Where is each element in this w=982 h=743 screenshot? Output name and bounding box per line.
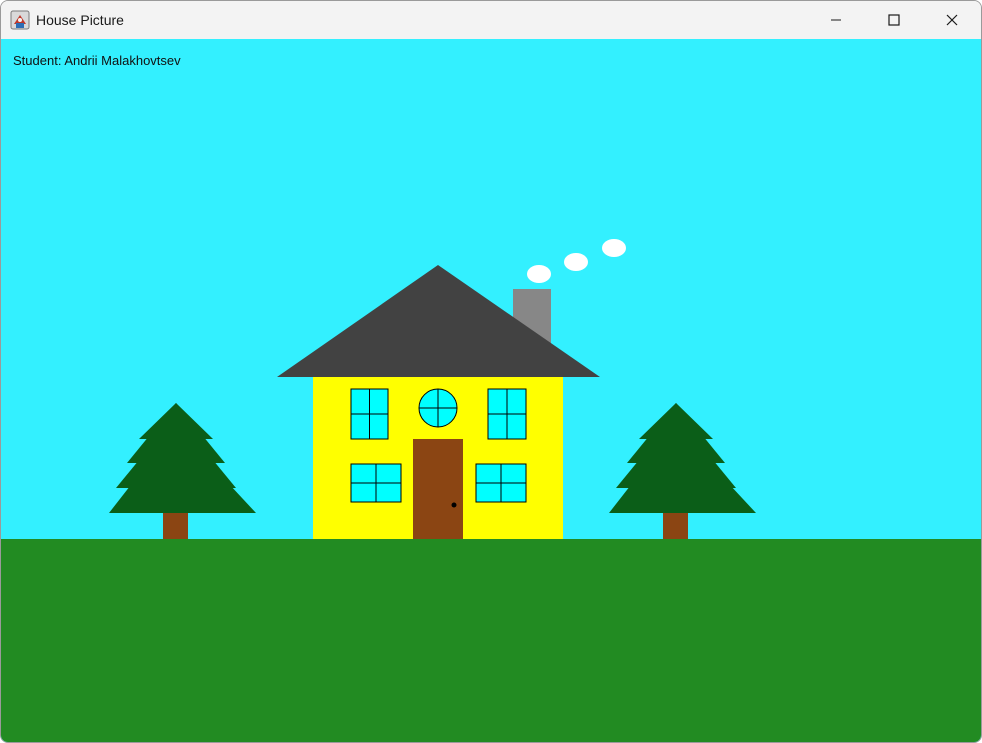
- window-upper-right: [487, 388, 527, 440]
- door: [413, 439, 463, 539]
- window-round: [418, 388, 458, 428]
- door-knob: [451, 502, 457, 508]
- title-bar[interactable]: House Picture: [1, 1, 981, 39]
- house-scene: [1, 39, 981, 742]
- smoke-puff: [564, 253, 588, 271]
- minimize-icon: [831, 19, 841, 21]
- window-lower-left: [350, 463, 402, 503]
- maximize-icon: [888, 14, 900, 26]
- close-icon: [946, 14, 958, 26]
- tree-trunk: [163, 511, 188, 539]
- student-label: Student: Andrii Malakhovtsev: [13, 53, 181, 68]
- window-lower-right: [475, 463, 527, 503]
- window-title: House Picture: [36, 12, 124, 28]
- minimize-button[interactable]: [807, 1, 865, 39]
- maximize-button[interactable]: [865, 1, 923, 39]
- app-window: House Picture Student: Andrii Malakhovts…: [0, 0, 982, 743]
- tree-trunk: [663, 511, 688, 539]
- grass: [1, 539, 981, 742]
- close-button[interactable]: [923, 1, 981, 39]
- drawing-canvas: Student: Andrii Malakhovtsev: [1, 39, 981, 742]
- window-upper-left: [350, 388, 389, 440]
- smoke-puff: [527, 265, 551, 283]
- smoke-puff: [602, 239, 626, 257]
- java-app-icon: [10, 10, 30, 30]
